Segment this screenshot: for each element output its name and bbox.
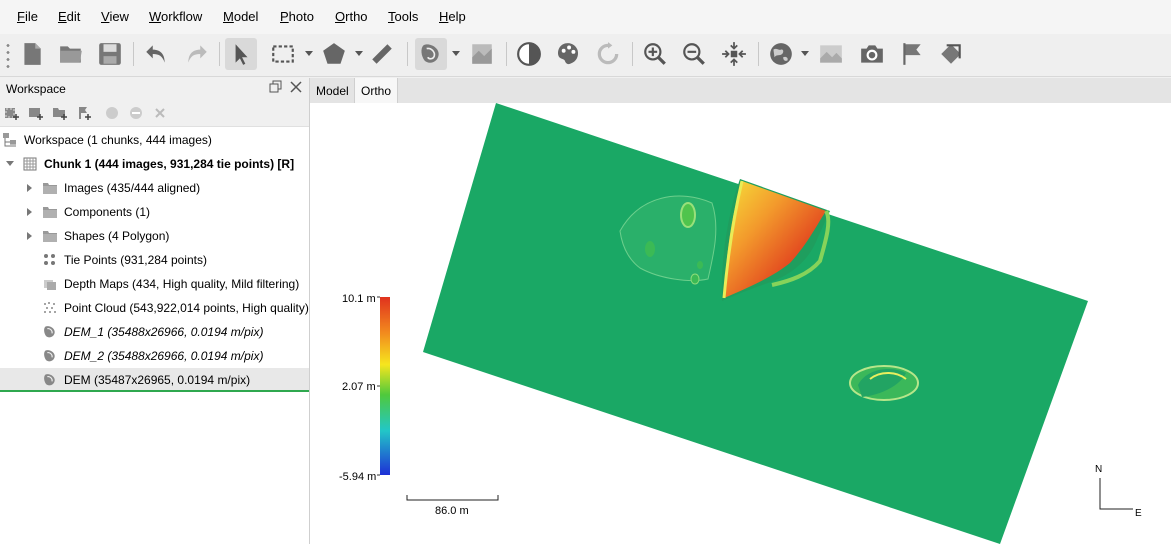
disable-icon[interactable] [128,105,144,121]
folder-icon [42,180,58,196]
contrast-icon[interactable] [513,38,545,70]
add-photos-icon[interactable] [28,105,44,121]
tree-item-depth-maps[interactable]: Depth Maps (434, High quality, Mild filt… [0,272,309,296]
tree-item-components[interactable]: Components (1) [0,200,309,224]
view-tabs: Model Ortho [310,78,1171,103]
ruler-icon[interactable] [366,38,398,70]
dem-icon [42,324,58,340]
elevation-legend-bar [380,297,390,475]
tree-label: Shapes (4 Polygon) [64,229,170,243]
ortho-view[interactable]: 10.1 m 2.07 m -5.94 m 86.0 m N E [310,103,1171,544]
expand-arrow-icon[interactable] [27,184,32,192]
menu-file[interactable]: File [17,9,38,24]
close-panel-icon[interactable] [289,80,303,97]
legend-min-label: -5.94 m [339,471,376,483]
menu-help[interactable]: Help [439,9,466,24]
orthomosaic-icon[interactable] [466,38,498,70]
rect-select-icon[interactable] [267,38,299,70]
open-icon[interactable] [55,38,87,70]
fit-view-icon[interactable] [718,38,750,70]
palette-icon[interactable] [552,38,584,70]
undo-icon[interactable] [140,38,172,70]
tree-item-images[interactable]: Images (435/444 aligned) [0,176,309,200]
dem-terrain [423,103,1088,544]
enable-icon[interactable] [104,105,120,121]
dem-icon [42,348,58,364]
tree-root-workspace[interactable]: Workspace (1 chunks, 444 images) [0,128,309,152]
tree-item-dem-2[interactable]: DEM_2 (35488x26966, 0.0194 m/pix) [0,344,309,368]
menu-edit[interactable]: Edit [58,9,80,24]
redo-icon[interactable] [181,38,213,70]
menu-tools[interactable]: Tools [388,9,418,24]
tree-label: Chunk 1 (444 images, 931,284 tie points)… [44,157,295,171]
menu-model[interactable]: Model [223,9,258,24]
scale-bar [406,495,499,501]
toolbar-grip[interactable] [6,42,10,68]
refresh-icon[interactable] [592,38,624,70]
camera-icon[interactable] [856,38,888,70]
toolbar [0,34,1171,77]
add-folder-icon[interactable] [52,105,68,121]
tab-model[interactable]: Model [310,78,355,103]
legend-mid-label: 2.07 m [342,381,376,393]
legend-max-label: 10.1 m [342,293,376,305]
depth-maps-icon [42,276,58,292]
workspace-title: Workspace [6,82,66,96]
expand-arrow-icon[interactable] [27,208,32,216]
folder-icon [42,228,58,244]
workspace-panel: Workspace Workspace (1 chunks, 444 image… [0,78,310,544]
tree-label: Images (435/444 aligned) [64,181,201,195]
zoom-out-icon[interactable] [678,38,710,70]
polygon-draw-icon[interactable] [318,38,350,70]
tree-item-dem-1[interactable]: DEM_1 (35488x26966, 0.0194 m/pix) [0,320,309,344]
menu-ortho[interactable]: Ortho [335,9,368,24]
tree-item-dem[interactable]: DEM (35487x26965, 0.0194 m/pix) [0,368,309,392]
marker-flag-icon[interactable] [896,38,928,70]
tree-label: Depth Maps (434, High quality, Mild filt… [64,277,300,291]
tree-chunk-1[interactable]: Chunk 1 (444 images, 931,284 tie points)… [0,152,309,176]
tie-points-icon [42,252,58,268]
menu-view[interactable]: View [101,9,129,24]
workspace-toolbar [0,100,309,127]
float-panel-icon[interactable] [269,80,283,97]
tree-label: Workspace (1 chunks, 444 images) [24,133,212,147]
save-icon[interactable] [94,38,126,70]
new-icon[interactable] [16,38,48,70]
dem-icon [42,372,58,388]
add-chunk-icon[interactable] [4,105,20,121]
add-marker-icon[interactable] [76,105,92,121]
scale-bar-label: 86.0 m [435,505,469,517]
tree-label: DEM (35487x26965, 0.0194 m/pix) [64,373,251,387]
zoom-in-icon[interactable] [639,38,671,70]
point-cloud-icon [42,300,58,316]
tree-item-tie-points[interactable]: Tie Points (931,284 points) [0,248,309,272]
tree-label: Point Cloud (543,922,014 points, High qu… [64,301,309,315]
compass-east-label: E [1135,508,1142,519]
dem-viewport[interactable]: 10.1 m 2.07 m -5.94 m 86.0 m N E [310,103,1171,544]
menu-bar: File Edit View Workflow Model Photo Orth… [0,0,1171,34]
compass-north-label: N [1095,464,1102,475]
workspace-header: Workspace [0,78,309,100]
menu-workflow[interactable]: Workflow [149,9,202,24]
globe-icon[interactable] [765,38,797,70]
navigation-icon[interactable] [225,38,257,70]
seamline-icon[interactable] [935,38,967,70]
folder-icon [42,204,58,220]
tree-item-shapes[interactable]: Shapes (4 Polygon) [0,224,309,248]
image-view-icon[interactable] [815,38,847,70]
tree-item-point-cloud[interactable]: Point Cloud (543,922,014 points, High qu… [0,296,309,320]
chunk-icon [22,156,38,172]
tree-label: Components (1) [64,205,151,219]
compass [1099,478,1133,510]
tree-label: DEM_1 (35488x26966, 0.0194 m/pix) [64,325,264,339]
collapse-arrow-icon[interactable] [6,161,14,166]
expand-arrow-icon[interactable] [27,232,32,240]
tree-label: Tie Points (931,284 points) [64,253,207,267]
workspace-icon [2,132,18,148]
tab-ortho[interactable]: Ortho [354,78,399,103]
tree-label: DEM_2 (35488x26966, 0.0194 m/pix) [64,349,264,363]
menu-photo[interactable]: Photo [280,9,314,24]
dem-icon[interactable] [415,38,447,70]
remove-icon[interactable] [152,105,168,121]
